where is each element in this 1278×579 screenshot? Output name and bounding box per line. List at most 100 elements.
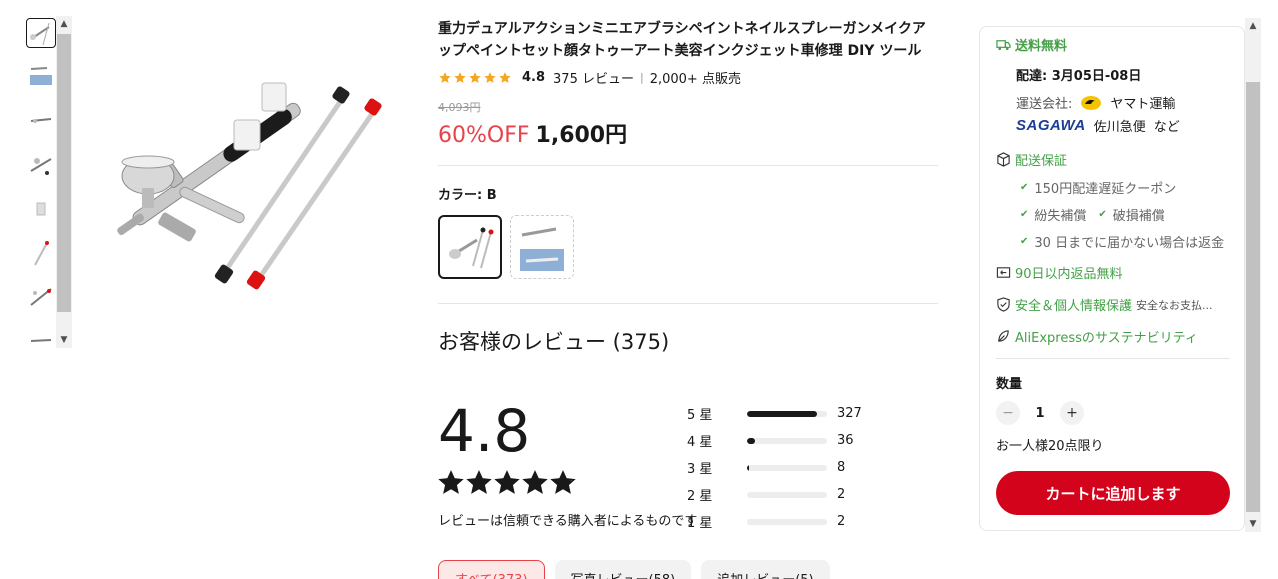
- scroll-down-arrow-icon[interactable]: ▼: [56, 332, 72, 348]
- review-filter-chip[interactable]: 写真レビュー(58): [554, 560, 692, 579]
- thumbnail-image: [30, 158, 52, 175]
- price-row: 60%OFF 1,600円: [438, 117, 938, 149]
- star-icon: [550, 470, 576, 494]
- thumbnail-image: [36, 202, 46, 216]
- rating-score: 4.8: [522, 70, 546, 85]
- truck-icon: [996, 40, 1011, 51]
- distribution-bar: [747, 518, 827, 525]
- divider: [438, 165, 938, 166]
- distribution-row[interactable]: 4 星 36: [687, 427, 937, 454]
- thumbnail-image: [34, 241, 49, 266]
- distribution-row[interactable]: 1 星 2: [687, 508, 937, 535]
- thumbnail[interactable]: [26, 326, 56, 348]
- thumbnail-scrollbar[interactable]: ▲ ▼: [56, 16, 72, 348]
- distribution-count: 8: [837, 460, 846, 475]
- swatch-b[interactable]: [510, 215, 574, 279]
- carrier-sagawa: 佐川急便: [1093, 120, 1146, 135]
- distribution-fill: [747, 410, 817, 417]
- main-product-image[interactable]: [82, 28, 402, 318]
- box-icon: [997, 152, 1010, 167]
- thumbnail-image: [30, 67, 52, 85]
- scroll-down-arrow-icon[interactable]: ▼: [1245, 516, 1261, 532]
- sale-price: 1,600円: [535, 123, 628, 148]
- thumbnail-image: [30, 339, 52, 342]
- review-summary: 4.8 レビューは信頼できる購入者によるものです 5 星 327 4 星 36 …: [438, 396, 938, 536]
- thumbnail[interactable]: [26, 18, 56, 48]
- distribution-count: 2: [837, 487, 846, 502]
- distribution-row[interactable]: 5 星 327: [687, 400, 937, 427]
- quantity-stepper: − 1 +: [996, 401, 1084, 425]
- sustainability-link[interactable]: AliExpressのサステナビリティ: [996, 327, 1198, 346]
- add-to-cart-button[interactable]: カートに追加します: [996, 471, 1230, 515]
- free-returns[interactable]: 90日以内返品無料: [996, 263, 1123, 282]
- distribution-count: 327: [837, 406, 862, 421]
- purchase-panel: 送料無料 配達: 3月05日-08日 運送会社: ヤマト運輸 SAGAWA 佐川…: [979, 26, 1245, 531]
- star-level-label: 2 星: [687, 489, 713, 504]
- star-level-label: 1 星: [687, 516, 713, 531]
- color-swatches: [438, 215, 938, 279]
- increase-button[interactable]: +: [1060, 401, 1084, 425]
- rating-distribution: 5 星 327 4 星 36 3 星 82 星 21 星 2: [687, 400, 937, 535]
- star-icon: [438, 470, 464, 494]
- product-title: 重力デュアルアクションミニエアブラシペイントネイルスプレーガンメイクアップペイン…: [438, 21, 926, 59]
- separator: |: [639, 71, 644, 84]
- distribution-bar: [747, 464, 827, 471]
- decrease-button[interactable]: −: [996, 401, 1020, 425]
- free-shipping-label: 送料無料: [1015, 39, 1068, 54]
- divider: [996, 358, 1230, 359]
- star-level-label: 4 星: [687, 435, 713, 450]
- review-filter-chip[interactable]: 追加レビュー(5): [701, 560, 830, 579]
- security-label: 安全＆個人情報保護: [1015, 299, 1133, 314]
- rating-row[interactable]: 4.8 375 レビュー | 2,000+ 点販売: [438, 68, 938, 87]
- scroll-up-arrow-icon[interactable]: ▲: [56, 16, 72, 32]
- distribution-bar: [747, 437, 827, 444]
- swatch-a[interactable]: [438, 215, 502, 279]
- thumbnail[interactable]: [26, 62, 56, 92]
- carrier-row-2: SAGAWA 佐川急便 など: [1016, 116, 1180, 135]
- check-icon: ✔: [1020, 209, 1029, 220]
- distribution-bar: [747, 491, 827, 498]
- coupon-label: 150円配達遅延クーポン: [1034, 182, 1177, 197]
- carrier-row: 運送会社: ヤマト運輸: [1016, 93, 1175, 112]
- check-icon: ✔: [1020, 182, 1029, 193]
- thumbnail[interactable]: [26, 282, 56, 312]
- review-filter-chip[interactable]: すべて(373): [438, 560, 545, 579]
- review-filters: すべて(373) 写真レビュー(58) 追加レビュー(5): [438, 560, 830, 579]
- thumbnail-scroll-thumb[interactable]: [57, 34, 71, 312]
- scroll-up-arrow-icon[interactable]: ▲: [1245, 18, 1261, 34]
- thumbnail[interactable]: [26, 150, 56, 180]
- discount-label: 60%OFF: [438, 123, 530, 148]
- sagawa-logo: SAGAWA: [1016, 117, 1086, 134]
- star-icon: [494, 470, 520, 494]
- page-scrollbar[interactable]: ▲ ▼: [1245, 18, 1261, 532]
- star-level-label: 3 星: [687, 462, 713, 477]
- refund-label: 30 日までに届かない場合は返金: [1034, 236, 1225, 251]
- yamato-logo-icon: [1081, 95, 1102, 110]
- thumbnail-image: [30, 22, 50, 46]
- delivery-guarantee[interactable]: 配送保証: [996, 150, 1067, 169]
- thumbnail[interactable]: [26, 238, 56, 268]
- star-icon: [466, 470, 492, 494]
- security-row[interactable]: 安全＆個人情報保護 安全なお支払...: [996, 295, 1213, 314]
- thumbnail[interactable]: [26, 106, 56, 136]
- loss-label: 紛失補償: [1034, 209, 1087, 224]
- thumbnail-image: [30, 118, 52, 123]
- carrier-yamato: ヤマト運輸: [1110, 97, 1176, 112]
- average-score: 4.8: [438, 397, 531, 465]
- review-count[interactable]: 375 レビュー: [553, 68, 634, 87]
- page-scroll-thumb[interactable]: [1246, 82, 1260, 512]
- thumbnail-image: [30, 288, 52, 306]
- distribution-fill: [747, 437, 755, 444]
- star-icon: [484, 71, 496, 83]
- thumbnail[interactable]: [26, 194, 56, 224]
- distribution-row[interactable]: 2 星 2: [687, 481, 937, 508]
- carrier-label: 運送会社:: [1016, 97, 1073, 112]
- distribution-count: 36: [837, 433, 854, 448]
- quantity-value[interactable]: 1: [1020, 406, 1060, 421]
- distribution-bar: [747, 410, 827, 417]
- rating-stars: [438, 71, 512, 85]
- carrier-more: など: [1153, 120, 1180, 135]
- distribution-fill: [747, 464, 749, 471]
- distribution-row[interactable]: 3 星 8: [687, 454, 937, 481]
- return-box-icon: [996, 267, 1011, 278]
